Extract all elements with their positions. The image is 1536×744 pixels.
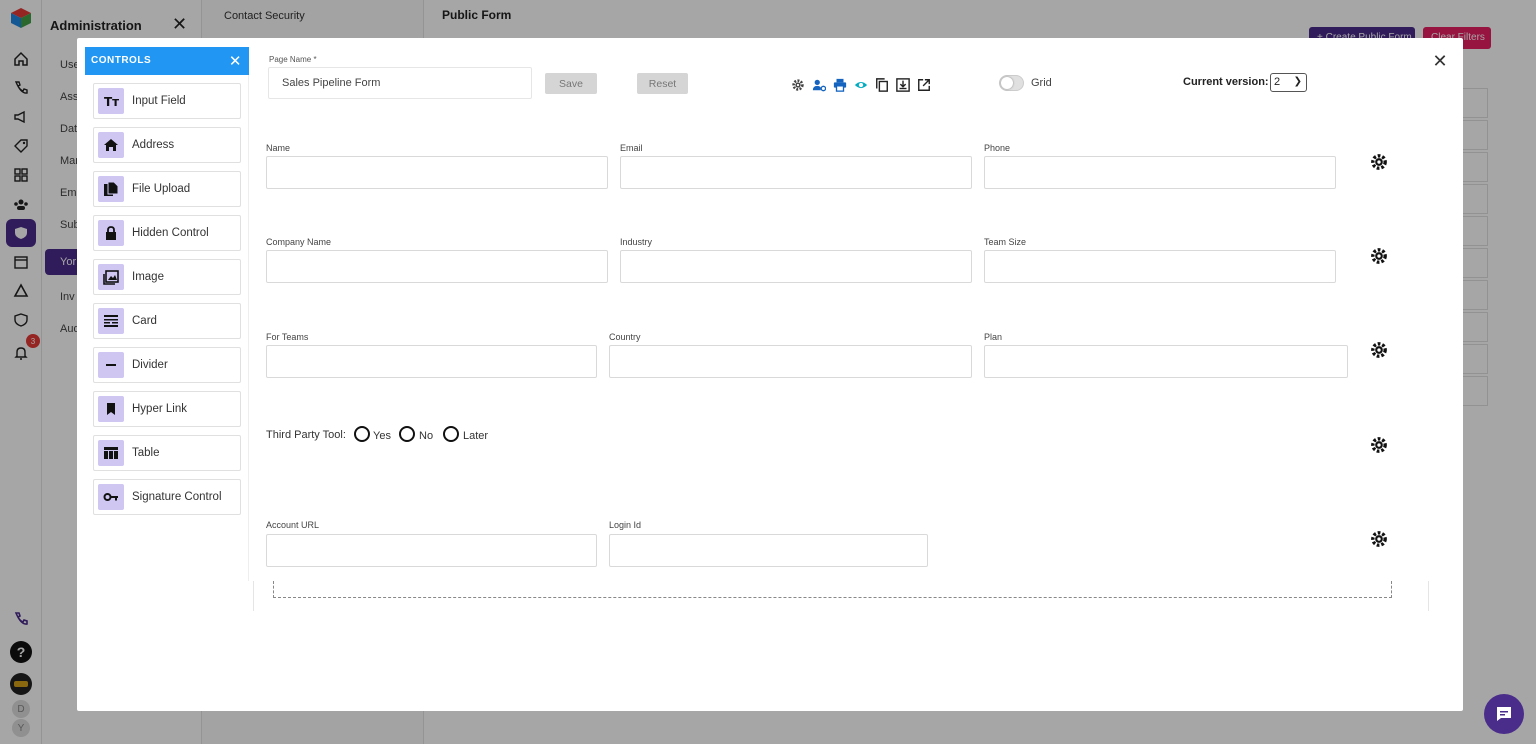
row-settings-gear-icon[interactable] [1370, 341, 1388, 359]
control-label: Table [132, 447, 160, 459]
radio-label: Later [463, 430, 489, 442]
controls-header: CONTROLS ✕ [85, 47, 249, 75]
control-input-field[interactable]: Tт Input Field [93, 83, 241, 119]
login-id-field[interactable] [609, 534, 928, 567]
version-value: 2 [1274, 76, 1281, 88]
row-settings-gear-icon[interactable] [1370, 530, 1388, 548]
settings-icon[interactable] [790, 77, 806, 93]
controls-title: CONTROLS [91, 55, 152, 66]
field-label-login-id: Login Id [609, 520, 642, 530]
control-label: File Upload [132, 183, 191, 195]
field-label-account-url: Account URL [266, 520, 320, 530]
control-hyper-link[interactable]: Hyper Link [93, 391, 241, 427]
field-label-team-size: Team Size [984, 237, 1027, 247]
minus-icon [98, 352, 124, 378]
image-icon [98, 264, 124, 290]
current-version-label: Current version: [1183, 76, 1269, 88]
control-label: Hyper Link [132, 403, 187, 415]
company-name-field[interactable] [266, 250, 608, 283]
control-file-upload[interactable]: File Upload [93, 171, 241, 207]
grid-label: Grid [1031, 77, 1052, 89]
manage-accounts-icon[interactable] [811, 77, 827, 93]
industry-field[interactable] [620, 250, 972, 283]
account-url-field[interactable] [266, 534, 597, 567]
third-party-tool-label: Third Party Tool: [266, 429, 346, 441]
page-name-label: Page Name * [269, 55, 317, 64]
control-label: Hidden Control [132, 227, 209, 239]
radio-label: Yes [373, 430, 391, 442]
field-label-industry: Industry [620, 237, 653, 247]
card-icon [98, 308, 124, 334]
lock-icon [98, 220, 124, 246]
row-settings-gear-icon[interactable] [1370, 436, 1388, 454]
controls-panel: CONTROLS ✕ Tт Input Field Address File U… [85, 47, 249, 581]
control-hidden[interactable]: Hidden Control [93, 215, 241, 251]
preview-eye-icon[interactable] [853, 77, 869, 93]
control-label: Image [132, 271, 164, 283]
plan-field[interactable] [984, 345, 1348, 378]
open-external-icon[interactable] [916, 77, 932, 93]
print-icon[interactable] [832, 77, 848, 93]
file-copy-icon [98, 176, 124, 202]
chat-button[interactable] [1484, 694, 1524, 734]
copy-icon[interactable] [874, 77, 890, 93]
table-icon [98, 440, 124, 466]
radio-later[interactable] [443, 426, 459, 442]
home-icon [98, 132, 124, 158]
divider [253, 581, 254, 611]
toggle-knob [1001, 77, 1013, 89]
field-label-email: Email [620, 143, 643, 153]
reset-button[interactable]: Reset [637, 73, 688, 94]
divider [1428, 581, 1429, 611]
download-icon[interactable] [895, 77, 911, 93]
field-label-company: Company Name [266, 237, 332, 247]
control-signature[interactable]: Signature Control [93, 479, 241, 515]
team-size-field[interactable] [984, 250, 1336, 283]
radio-label: No [419, 430, 434, 442]
control-label: Divider [132, 359, 168, 371]
save-button[interactable]: Save [545, 73, 597, 94]
control-image[interactable]: Image [93, 259, 241, 295]
radio-yes[interactable] [354, 426, 370, 442]
control-table[interactable]: Table [93, 435, 241, 471]
field-label-country: Country [609, 332, 641, 342]
name-field[interactable] [266, 156, 608, 189]
row-settings-gear-icon[interactable] [1370, 153, 1388, 171]
field-label-phone: Phone [984, 143, 1011, 153]
close-icon[interactable]: ✕ [1429, 50, 1451, 72]
radio-no[interactable] [399, 426, 415, 442]
page-name-input[interactable]: Sales Pipeline Form [268, 67, 532, 99]
control-label: Signature Control [132, 491, 222, 503]
chat-icon [1497, 707, 1511, 721]
svg-text:Tт: Tт [104, 95, 119, 109]
control-label: Card [132, 315, 157, 327]
for-teams-field[interactable] [266, 345, 597, 378]
bookmark-icon [98, 396, 124, 422]
control-card[interactable]: Card [93, 303, 241, 339]
control-address[interactable]: Address [93, 127, 241, 163]
phone-field[interactable] [984, 156, 1336, 189]
email-field[interactable] [620, 156, 972, 189]
text-format-icon: Tт [98, 88, 124, 114]
controls-close-icon[interactable]: ✕ [229, 52, 242, 70]
control-divider[interactable]: Divider [93, 347, 241, 383]
version-select[interactable]: 2 ❯ [1270, 73, 1307, 92]
field-label-name: Name [266, 143, 291, 153]
drop-zone[interactable] [273, 581, 1392, 598]
form-builder-modal: ✕ CONTROLS ✕ Tт Input Field Address File… [77, 38, 1463, 711]
country-field[interactable] [609, 345, 972, 378]
chevron-down-icon: ❯ [1293, 76, 1302, 87]
control-label: Input Field [132, 95, 186, 107]
key-icon [98, 484, 124, 510]
row-settings-gear-icon[interactable] [1370, 247, 1388, 265]
control-label: Address [132, 139, 175, 151]
field-label-for-teams: For Teams [266, 332, 309, 342]
field-label-plan: Plan [984, 332, 1003, 342]
grid-toggle[interactable] [999, 75, 1024, 91]
